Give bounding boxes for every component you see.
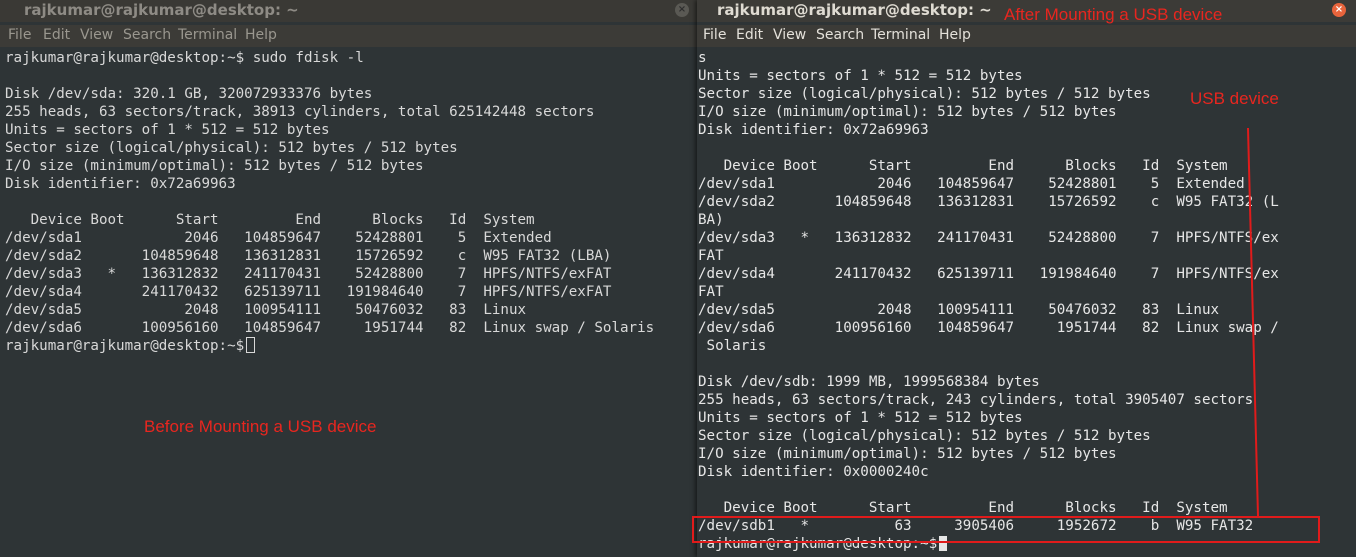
annotation-arrow xyxy=(1247,127,1259,517)
